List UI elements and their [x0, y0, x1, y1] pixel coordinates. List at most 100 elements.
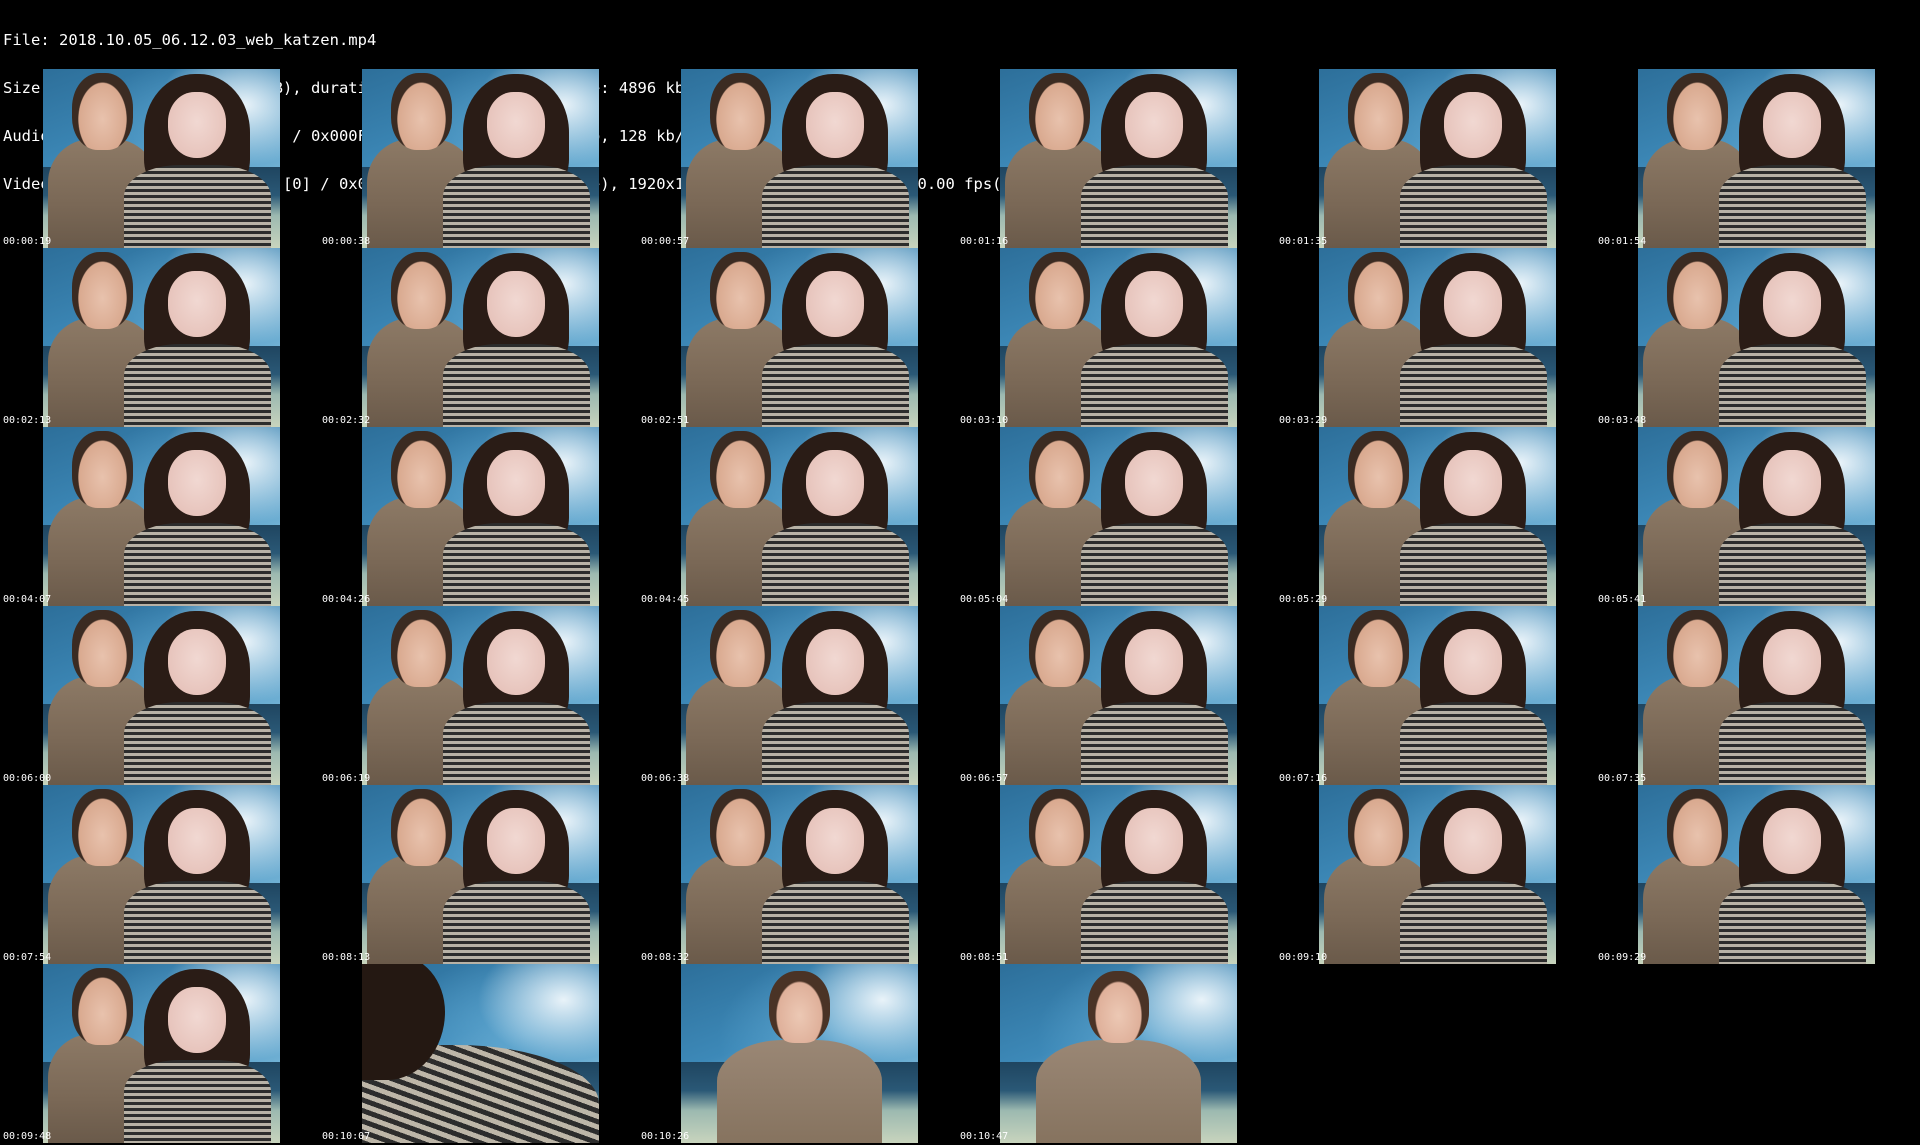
frame-timestamp: 00:10:26: [641, 1131, 690, 1142]
woman-figure: [761, 74, 909, 248]
thumbnail-cell[interactable]: 00:02:51: [638, 248, 957, 427]
video-frame-thumbnail: [1638, 248, 1875, 427]
woman-figure: [1718, 74, 1866, 248]
thumbnail-cell[interactable]: 00:00:19: [0, 69, 319, 248]
thumbnail-cell[interactable]: 00:00:57: [638, 69, 957, 248]
woman-figure: [1718, 790, 1866, 964]
video-frame-thumbnail: [681, 69, 918, 248]
video-frame-thumbnail: [1000, 785, 1237, 964]
video-frame-thumbnail: [1638, 69, 1875, 248]
video-frame-thumbnail: [1319, 427, 1556, 606]
woman-figure: [1399, 253, 1547, 427]
video-frame-thumbnail: [1319, 785, 1556, 964]
video-frame-thumbnail: [1000, 964, 1237, 1143]
thumbnail-cell[interactable]: 00:05:29: [1276, 427, 1595, 606]
frame-timestamp: 00:04:26: [322, 594, 371, 605]
video-frame-thumbnail: [1000, 427, 1237, 606]
video-frame-thumbnail: [43, 964, 280, 1143]
video-frame-thumbnail: [1000, 69, 1237, 248]
blurred-figure: [362, 964, 599, 1143]
video-frame-thumbnail: [362, 248, 599, 427]
woman-figure: [1080, 432, 1228, 606]
frame-timestamp: 00:08:32: [641, 952, 690, 963]
thumbnail-cell[interactable]: 00:06:19: [319, 606, 638, 785]
thumbnail-cell[interactable]: 00:08:32: [638, 785, 957, 964]
video-frame-thumbnail: [362, 69, 599, 248]
video-frame-thumbnail: [681, 248, 918, 427]
video-frame-thumbnail: [1638, 785, 1875, 964]
video-frame-thumbnail: [362, 606, 599, 785]
frame-timestamp: 00:09:48: [3, 1131, 52, 1142]
woman-figure: [761, 611, 909, 785]
thumbnail-cell[interactable]: 00:10:07: [319, 964, 638, 1143]
thumbnail-cell[interactable]: 00:07:16: [1276, 606, 1595, 785]
thumbnail-cell[interactable]: 00:09:48: [0, 964, 319, 1143]
frame-timestamp: 00:01:35: [1279, 236, 1328, 247]
thumbnail-cell[interactable]: 00:10:26: [638, 964, 957, 1143]
woman-figure: [123, 611, 271, 785]
thumbnail-cell[interactable]: 00:01:54: [1595, 69, 1914, 248]
video-frame-thumbnail: [362, 785, 599, 964]
video-frame-thumbnail: [43, 427, 280, 606]
frame-timestamp: 00:06:19: [322, 773, 371, 784]
video-frame-thumbnail: [1319, 248, 1556, 427]
thumbnail-cell[interactable]: 00:05:41: [1595, 427, 1914, 606]
frame-timestamp: 00:07:35: [1598, 773, 1647, 784]
video-frame-thumbnail: [1638, 606, 1875, 785]
thumbnail-cell[interactable]: 00:04:07: [0, 427, 319, 606]
thumbnail-cell[interactable]: 00:08:13: [319, 785, 638, 964]
thumbnail-cell[interactable]: 00:04:26: [319, 427, 638, 606]
woman-figure: [1399, 432, 1547, 606]
woman-figure: [442, 74, 590, 248]
frame-timestamp: 00:00:57: [641, 236, 690, 247]
thumbnail-cell[interactable]: 00:07:54: [0, 785, 319, 964]
woman-figure: [123, 74, 271, 248]
frame-timestamp: 00:09:10: [1279, 952, 1328, 963]
thumbnail-cell[interactable]: 00:02:13: [0, 248, 319, 427]
thumbnail-cell[interactable]: 00:08:51: [957, 785, 1276, 964]
thumbnail-cell[interactable]: 00:05:04: [957, 427, 1276, 606]
man-figure: [1035, 971, 1202, 1143]
woman-figure: [1080, 253, 1228, 427]
video-frame-thumbnail: [1319, 606, 1556, 785]
video-frame-thumbnail: [1638, 427, 1875, 606]
video-frame-thumbnail: [681, 964, 918, 1143]
video-frame-thumbnail: [43, 606, 280, 785]
frame-timestamp: 00:00:38: [322, 236, 371, 247]
woman-figure: [761, 790, 909, 964]
frame-timestamp: 00:01:54: [1598, 236, 1647, 247]
woman-figure: [1080, 74, 1228, 248]
frame-timestamp: 00:08:51: [960, 952, 1009, 963]
thumbnail-cell[interactable]: 00:07:35: [1595, 606, 1914, 785]
thumbnail-cell[interactable]: 00:04:45: [638, 427, 957, 606]
woman-figure: [1080, 611, 1228, 785]
thumbnail-cell[interactable]: 00:03:10: [957, 248, 1276, 427]
frame-timestamp: 00:09:29: [1598, 952, 1647, 963]
frame-timestamp: 00:01:16: [960, 236, 1009, 247]
thumbnail-cell[interactable]: 00:09:10: [1276, 785, 1595, 964]
thumbnail-cell[interactable]: 00:01:16: [957, 69, 1276, 248]
thumbnail-cell[interactable]: 00:06:00: [0, 606, 319, 785]
frame-timestamp: 00:10:47: [960, 1131, 1009, 1142]
thumbnail-cell[interactable]: 00:06:57: [957, 606, 1276, 785]
video-frame-thumbnail: [1000, 606, 1237, 785]
frame-timestamp: 00:03:10: [960, 415, 1009, 426]
thumbnail-cell[interactable]: 00:06:38: [638, 606, 957, 785]
thumbnail-cell[interactable]: 00:01:35: [1276, 69, 1595, 248]
woman-figure: [123, 253, 271, 427]
thumbnail-cell[interactable]: 00:00:38: [319, 69, 638, 248]
man-figure: [716, 971, 883, 1143]
video-frame-thumbnail: [681, 427, 918, 606]
frame-timestamp: 00:05:29: [1279, 594, 1328, 605]
video-frame-thumbnail: [362, 427, 599, 606]
frame-timestamp: 00:04:45: [641, 594, 690, 605]
frame-timestamp: 00:10:07: [322, 1131, 371, 1142]
thumbnail-cell[interactable]: 00:02:32: [319, 248, 638, 427]
frame-timestamp: 00:02:32: [322, 415, 371, 426]
frame-timestamp: 00:03:48: [1598, 415, 1647, 426]
thumbnail-cell[interactable]: 00:10:47: [957, 964, 1276, 1143]
thumbnail-cell[interactable]: 00:03:48: [1595, 248, 1914, 427]
video-frame-thumbnail: [362, 964, 599, 1143]
thumbnail-cell[interactable]: 00:03:29: [1276, 248, 1595, 427]
thumbnail-cell[interactable]: 00:09:29: [1595, 785, 1914, 964]
